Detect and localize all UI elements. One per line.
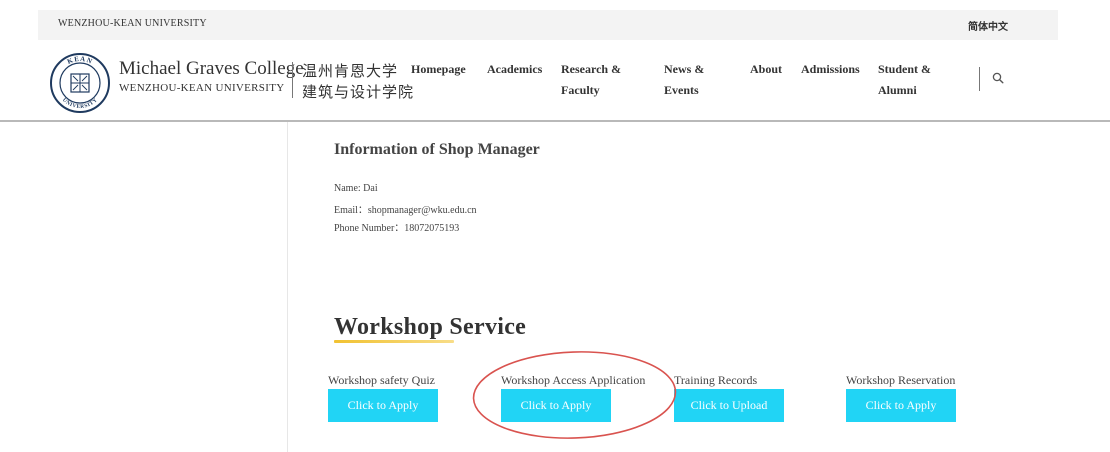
nav-student-line1: Student & <box>878 62 932 76</box>
college-name[interactable]: Michael Graves College <box>119 58 304 80</box>
workshop-reservation-apply-button[interactable]: Click to Apply <box>846 389 956 422</box>
site-header <box>0 40 1110 122</box>
service-label-workshop-reservation: Workshop Reservation <box>846 373 956 387</box>
service-label-training-records: Training Records <box>674 373 758 387</box>
service-label-access-application: Workshop Access Application <box>501 373 646 387</box>
nav-news-line1: News & <box>664 62 705 76</box>
safety-quiz-apply-button[interactable]: Click to Apply <box>328 389 438 422</box>
language-switch-link[interactable]: 简体中文 <box>968 18 1008 33</box>
nav-admissions[interactable]: Admissions <box>801 59 860 80</box>
nav-student-line2: Alumni <box>878 83 917 97</box>
search-divider <box>979 67 980 91</box>
brand-divider <box>292 62 293 98</box>
sidebar-divider <box>287 122 288 452</box>
shop-manager-name: Name: Dai <box>334 183 378 194</box>
college-chinese-name-line1: 温州肯恩大学 <box>302 62 399 80</box>
header-bottom-border <box>0 120 1110 122</box>
access-application-apply-button[interactable]: Click to Apply <box>501 389 611 422</box>
top-utility-bar: WENZHOU-KEAN UNIVERSITY 简体中文 <box>38 10 1058 40</box>
search-icon[interactable] <box>991 71 1005 85</box>
nav-research-line1: Research & <box>561 62 622 76</box>
nav-student-alumni[interactable]: Student & Alumni <box>878 59 931 101</box>
nav-about[interactable]: About <box>750 59 782 80</box>
topbar-university-name: WENZHOU-KEAN UNIVERSITY <box>58 18 207 29</box>
college-university-subtitle: WENZHOU-KEAN UNIVERSITY <box>119 82 285 94</box>
workshop-service-heading: Workshop Service <box>334 314 527 340</box>
nav-news-line2: Events <box>664 83 699 97</box>
nav-homepage[interactable]: Homepage <box>411 59 466 80</box>
shop-manager-email: Email：shopmanager@wku.edu.cn <box>334 205 477 216</box>
shop-manager-heading: Information of Shop Manager <box>334 141 540 158</box>
shop-manager-phone: Phone Number：18072075193 <box>334 223 460 234</box>
nav-news-events[interactable]: News & Events <box>664 59 704 101</box>
nav-academics[interactable]: Academics <box>487 59 542 80</box>
nav-research-faculty[interactable]: Research & Faculty <box>561 59 621 101</box>
college-chinese-name-line2: 建筑与设计学院 <box>302 83 415 101</box>
university-seal-logo[interactable]: KEAN UNIVERSITY <box>49 52 111 114</box>
nav-research-line2: Faculty <box>561 83 600 97</box>
heading-accent-underline <box>334 340 454 343</box>
training-records-upload-button[interactable]: Click to Upload <box>674 389 784 422</box>
service-label-safety-quiz: Workshop safety Quiz <box>328 373 436 387</box>
